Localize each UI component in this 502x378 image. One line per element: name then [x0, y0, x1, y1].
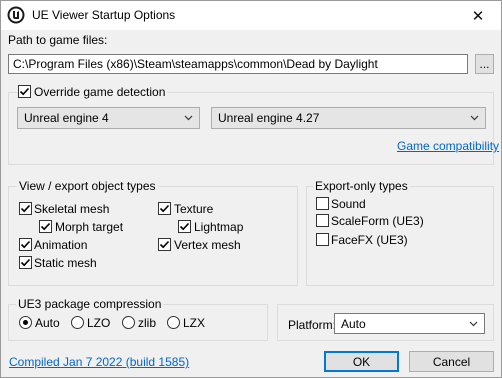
animation-checkbox[interactable]	[19, 238, 32, 251]
chevron-down-icon	[184, 115, 193, 121]
compression-lzo-label: LZO	[87, 316, 111, 330]
compression-auto-radio[interactable]	[19, 316, 32, 329]
engine-select[interactable]: Unreal engine 4	[17, 107, 200, 129]
vertex-mesh-checkbox[interactable]	[158, 238, 171, 251]
browse-button-label: ...	[479, 57, 490, 71]
texture-checkbox[interactable]	[158, 202, 171, 215]
checkmark-icon	[20, 204, 31, 213]
checkmark-icon	[20, 258, 31, 267]
static-mesh-checkbox[interactable]	[19, 256, 32, 269]
lightmap-checkbox[interactable]	[178, 220, 191, 233]
morph-target-checkbox[interactable]	[39, 220, 52, 233]
facefx-label: FaceFX (UE3)	[331, 233, 408, 247]
sound-checkbox[interactable]	[316, 197, 329, 210]
cancel-button[interactable]: Cancel	[409, 351, 494, 372]
startup-options-dialog: UE Viewer Startup Options ✕ Path to game…	[0, 0, 502, 378]
checkmark-icon	[159, 204, 170, 213]
compression-title: UE3 package compression	[16, 297, 164, 311]
platform-label: Platform:	[288, 318, 337, 332]
game-compatibility-link[interactable]: Game compatibility	[397, 139, 499, 153]
ok-button[interactable]: OK	[324, 351, 399, 372]
checkmark-icon	[20, 240, 31, 249]
checkmark-icon	[19, 87, 30, 96]
static-mesh-label: Static mesh	[34, 256, 97, 270]
skeletal-mesh-checkbox[interactable]	[19, 202, 32, 215]
game-path-input[interactable]: C:\Program Files (x86)\Steam\steamapps\c…	[8, 54, 468, 74]
override-checkbox[interactable]	[18, 85, 31, 98]
platform-select-value: Auto	[341, 317, 366, 331]
window-title: UE Viewer Startup Options	[32, 8, 176, 22]
animation-label: Animation	[34, 238, 88, 252]
checkmark-icon	[159, 240, 170, 249]
compression-lzx-radio[interactable]	[167, 316, 180, 329]
engine-select-value: Unreal engine 4	[24, 111, 109, 125]
platform-select[interactable]: Auto	[334, 313, 485, 334]
scaleform-label: ScaleForm (UE3)	[331, 214, 424, 228]
compression-zlib-label: zlib	[138, 316, 157, 330]
title-bar: UE Viewer Startup Options ✕	[1, 1, 501, 30]
close-button[interactable]: ✕	[455, 1, 501, 30]
view-export-group	[8, 186, 298, 286]
cancel-button-label: Cancel	[432, 354, 471, 369]
checkmark-icon	[179, 222, 190, 231]
close-icon: ✕	[471, 7, 485, 25]
sound-label: Sound	[331, 197, 366, 211]
facefx-checkbox[interactable]	[316, 233, 329, 246]
morph-target-label: Morph target	[55, 220, 124, 234]
engine-version-select[interactable]: Unreal engine 4.27	[211, 107, 486, 129]
compression-zlib-radio[interactable]	[122, 316, 135, 329]
chevron-down-icon	[469, 321, 478, 327]
game-path-label: Path to game files:	[8, 33, 108, 47]
override-label: Override game detection	[32, 85, 168, 99]
chevron-down-icon	[470, 115, 479, 121]
scaleform-checkbox[interactable]	[316, 214, 329, 227]
browse-button[interactable]: ...	[475, 54, 494, 74]
vertex-mesh-label: Vertex mesh	[174, 238, 241, 252]
unreal-logo-icon	[7, 6, 25, 24]
view-export-title: View / export object types	[17, 179, 158, 193]
compression-lzo-radio[interactable]	[71, 316, 84, 329]
compiled-build-link[interactable]: Compiled Jan 7 2022 (build 1585)	[9, 355, 189, 369]
compression-lzx-label: LZX	[183, 316, 206, 330]
ok-button-label: OK	[352, 354, 371, 369]
engine-version-select-value: Unreal engine 4.27	[218, 111, 320, 125]
texture-label: Texture	[174, 202, 214, 216]
checkmark-icon	[40, 222, 51, 231]
export-only-title: Export-only types	[313, 179, 410, 193]
skeletal-mesh-label: Skeletal mesh	[34, 202, 110, 216]
lightmap-label: Lightmap	[194, 220, 244, 234]
compression-auto-label: Auto	[35, 316, 60, 330]
